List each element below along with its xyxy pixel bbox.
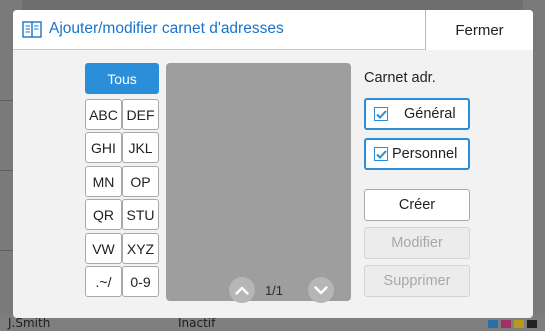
- index-tab-jkl[interactable]: JKL: [122, 132, 159, 163]
- ink-level-black: [527, 320, 537, 328]
- chevron-up-icon: [235, 286, 249, 295]
- index-tab-vw[interactable]: VW: [85, 233, 122, 264]
- background-user-name: J.Smith: [8, 316, 51, 330]
- ink-level-magenta: [501, 320, 511, 328]
- ink-levels: [488, 320, 537, 328]
- page-up-button[interactable]: [229, 277, 255, 303]
- index-tab-stu[interactable]: STU: [122, 199, 159, 230]
- dialog-title: Ajouter/modifier carnet d'adresses: [49, 20, 284, 37]
- index-tab-qr[interactable]: QR: [85, 199, 122, 230]
- address-list[interactable]: 1/1: [166, 63, 351, 303]
- address-book-icon: [22, 21, 42, 38]
- index-tab-symbols[interactable]: .~/: [85, 266, 122, 297]
- chevron-down-icon: [314, 285, 328, 294]
- ink-level-yellow: [514, 320, 524, 328]
- index-tab-abc[interactable]: ABC: [85, 99, 122, 130]
- delete-button[interactable]: Supprimer: [364, 265, 470, 297]
- index-tab-digits[interactable]: 0-9: [122, 266, 159, 297]
- index-tab-xyz[interactable]: XYZ: [122, 233, 159, 264]
- modify-button[interactable]: Modifier: [364, 227, 470, 259]
- ink-level-cyan: [488, 320, 498, 328]
- checkbox-box: [374, 147, 388, 161]
- page-indicator: 1/1: [264, 283, 284, 298]
- index-tab-def[interactable]: DEF: [122, 99, 159, 130]
- index-tab-ghi[interactable]: GHI: [85, 132, 122, 163]
- personal-label: Personnel: [392, 146, 458, 162]
- personal-checkbox[interactable]: Personnel: [364, 138, 470, 170]
- checkbox-box: [374, 107, 388, 121]
- checkmark-icon: [375, 149, 387, 159]
- background-status: Inactif: [178, 316, 216, 330]
- page-down-button[interactable]: [308, 277, 334, 303]
- index-tab-mn[interactable]: MN: [85, 166, 122, 197]
- create-button[interactable]: Créer: [364, 189, 470, 221]
- dialog-header: Ajouter/modifier carnet d'adresses Ferme…: [13, 10, 533, 50]
- address-book-dialog: Ajouter/modifier carnet d'adresses Ferme…: [13, 10, 533, 318]
- address-book-label: Carnet adr.: [364, 70, 436, 86]
- close-button[interactable]: Fermer: [425, 10, 533, 50]
- index-tab-all[interactable]: Tous: [85, 63, 159, 94]
- general-checkbox[interactable]: Général: [364, 98, 470, 130]
- checkmark-icon: [375, 109, 387, 119]
- index-tab-op[interactable]: OP: [122, 166, 159, 197]
- general-label: Général: [404, 106, 456, 122]
